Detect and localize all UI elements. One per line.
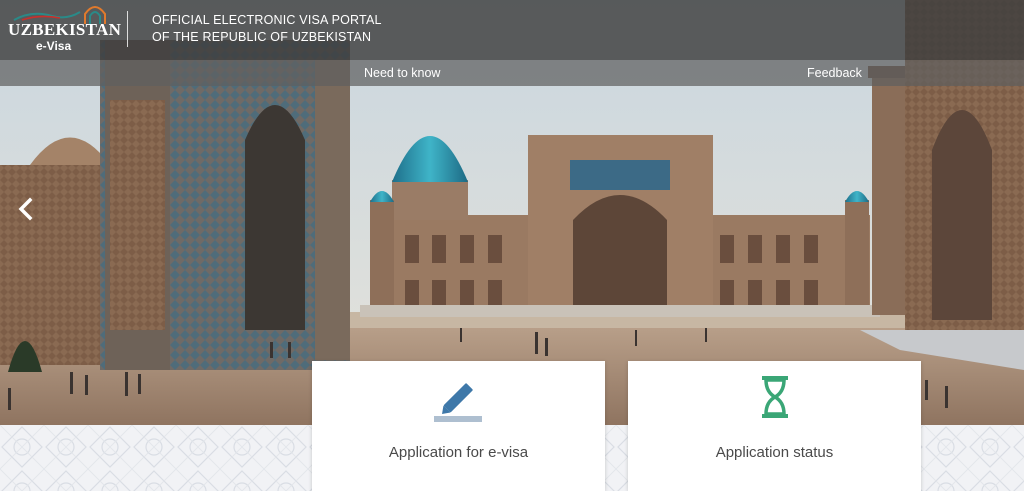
header-divider bbox=[127, 11, 128, 47]
logo-wordmark: UZBEKISTAN bbox=[8, 20, 122, 39]
portal-title-line-1: OFFICIAL ELECTRONIC VISA PORTAL bbox=[152, 13, 382, 27]
application-status-label: Application status bbox=[715, 444, 834, 461]
uzbekistan-evisa-logo[interactable]: UZBEKISTAN e-Visa bbox=[6, 2, 121, 58]
logo-subtitle: e-Visa bbox=[36, 39, 72, 53]
card-icon-wrap bbox=[312, 375, 605, 425]
portal-title-line-2: OF THE REPUBLIC OF UZBEKISTAN bbox=[152, 30, 372, 44]
application-for-evisa-label: Application for e-visa bbox=[388, 444, 529, 461]
carousel-prev-button[interactable] bbox=[14, 196, 38, 222]
card-icon-wrap bbox=[628, 375, 921, 425]
header-bar: UZBEKISTAN e-Visa OFFICIAL ELECTRONIC VI… bbox=[0, 0, 1024, 60]
chevron-left-icon bbox=[18, 197, 33, 221]
portal-title: OFFICIAL ELECTRONIC VISA PORTAL OF THE R… bbox=[152, 12, 382, 46]
nav-feedback[interactable]: Feedback bbox=[807, 66, 862, 80]
application-status-card[interactable]: Application status bbox=[628, 361, 921, 491]
pencil-icon bbox=[433, 383, 482, 422]
hourglass-icon bbox=[761, 376, 788, 418]
nav-need-to-know[interactable]: Need to know bbox=[364, 66, 440, 80]
nav-bar: Need to know Feedback bbox=[0, 60, 1024, 86]
application-for-evisa-card[interactable]: Application for e-visa bbox=[312, 361, 605, 491]
